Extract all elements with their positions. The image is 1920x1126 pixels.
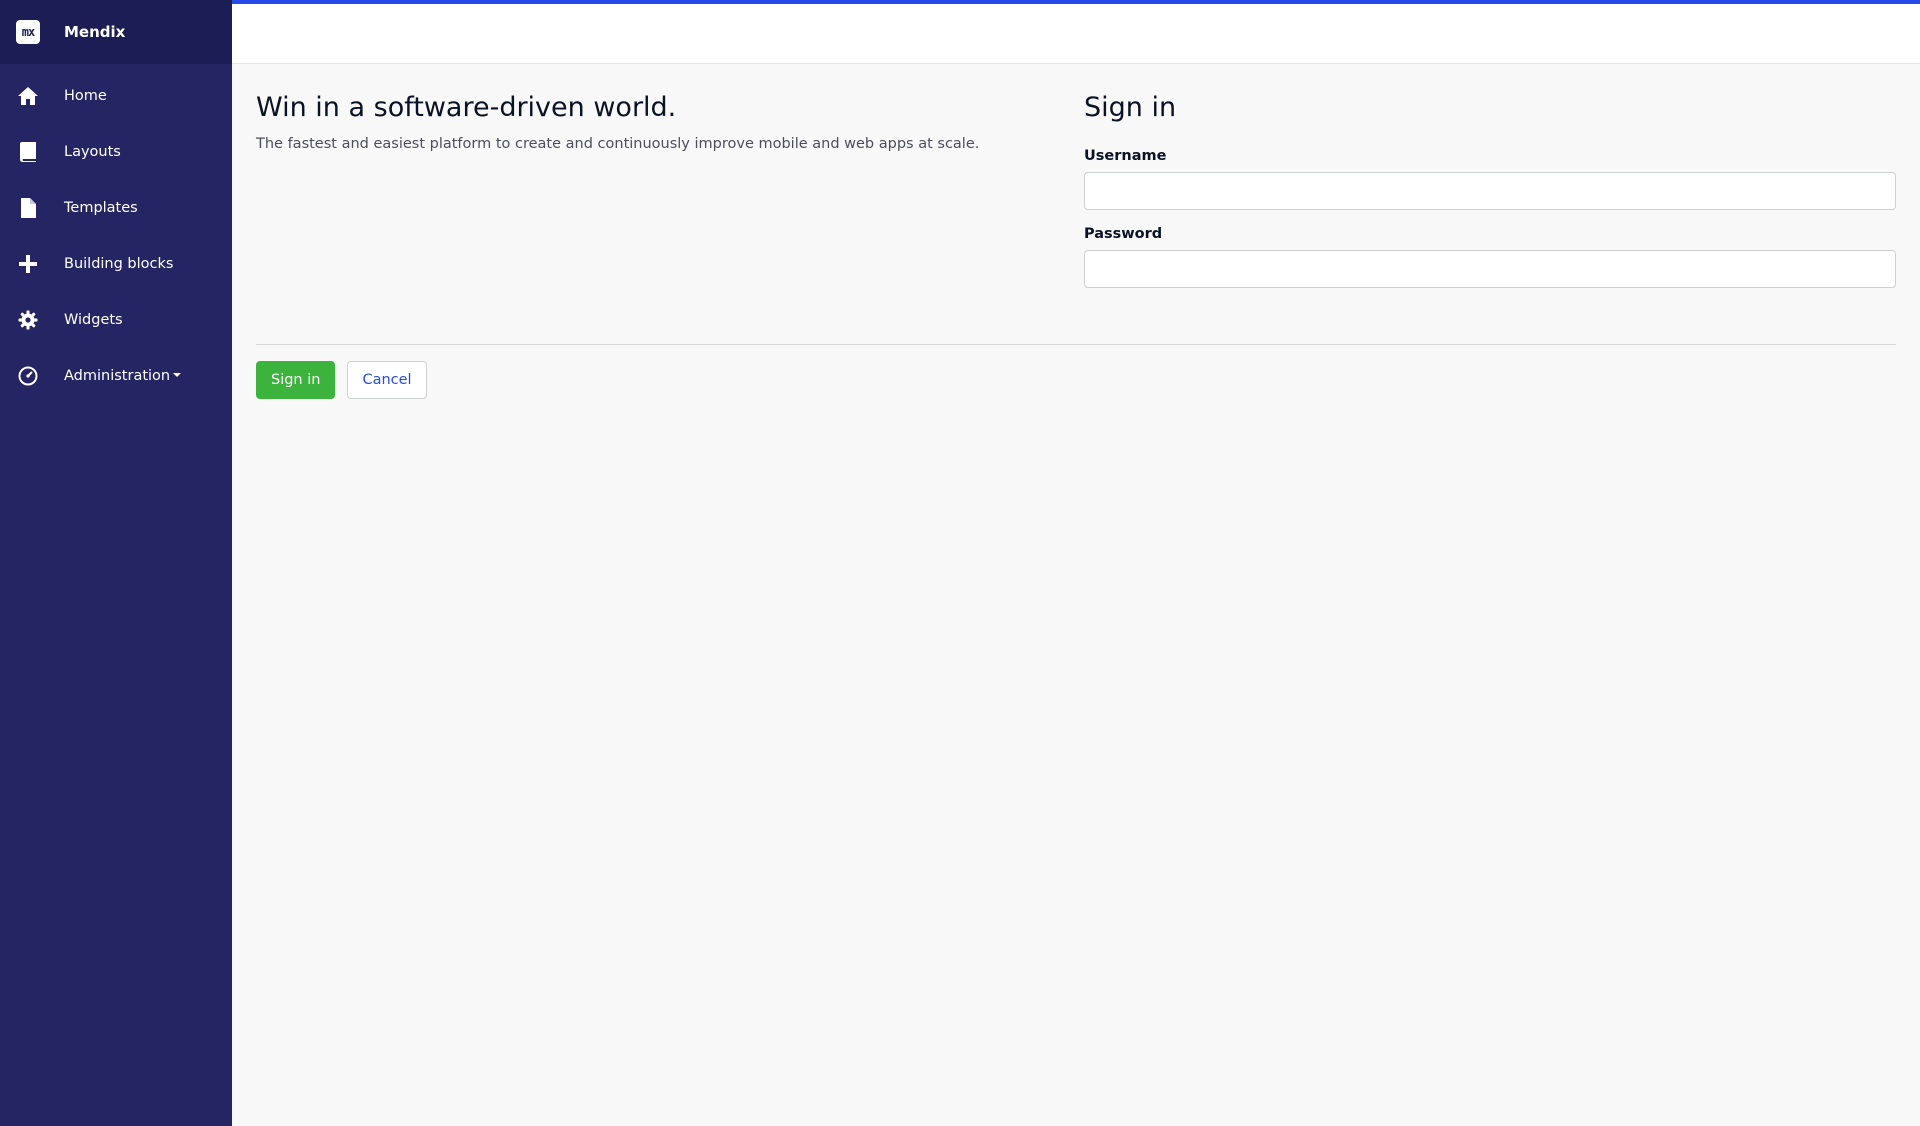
sidebar-item-label: Home <box>64 88 107 104</box>
mendix-logo-icon: mx <box>16 20 40 44</box>
form-actions: Sign in Cancel <box>256 361 427 399</box>
sidebar-item-label: Building blocks <box>64 256 174 272</box>
signin-button[interactable]: Sign in <box>256 361 336 399</box>
signin-title: Sign in <box>1084 92 1177 123</box>
brand[interactable]: mx Mendix <box>0 0 232 64</box>
sidebar-item-home[interactable]: Home <box>0 68 232 124</box>
brand-name: Mendix <box>64 23 126 41</box>
password-label: Password <box>1084 226 1163 242</box>
username-label: Username <box>1084 148 1167 164</box>
sidebar: mx Mendix Home Layouts Templates Buildin… <box>0 0 232 1126</box>
gear-icon <box>16 308 40 332</box>
username-input[interactable] <box>1084 172 1896 210</box>
sidebar-item-widgets[interactable]: Widgets <box>0 292 232 348</box>
sidebar-item-administration[interactable]: Administration <box>0 348 232 404</box>
dashboard-icon <box>16 364 40 388</box>
sidebar-item-layouts[interactable]: Layouts <box>0 124 232 180</box>
sidebar-item-label: Templates <box>64 200 138 216</box>
sidebar-item-label: Widgets <box>64 312 123 328</box>
sidebar-item-building-blocks[interactable]: Building blocks <box>0 236 232 292</box>
cancel-button[interactable]: Cancel <box>347 361 427 399</box>
file-icon <box>16 196 40 220</box>
sidebar-nav: Home Layouts Templates Building blocks W… <box>0 68 232 404</box>
hero-subtitle: The fastest and easiest platform to crea… <box>256 136 980 152</box>
hero-section: Win in a software-driven world. The fast… <box>256 88 1036 152</box>
password-input[interactable] <box>1084 250 1896 288</box>
caret-down-icon <box>173 373 182 377</box>
sidebar-item-templates[interactable]: Templates <box>0 180 232 236</box>
sidebar-item-label: Layouts <box>64 144 121 160</box>
signin-form: Sign in Username Password <box>1084 88 1896 288</box>
hero-title: Win in a software-driven world. <box>256 92 677 123</box>
home-icon <box>16 84 40 108</box>
app-root: mx Mendix Home Layouts Templates Buildin… <box>0 0 1920 1126</box>
plus-icon <box>16 252 40 276</box>
form-divider <box>256 344 1896 345</box>
sidebar-item-label: Administration <box>64 368 182 384</box>
book-icon <box>16 140 40 164</box>
topbar <box>232 0 1920 64</box>
